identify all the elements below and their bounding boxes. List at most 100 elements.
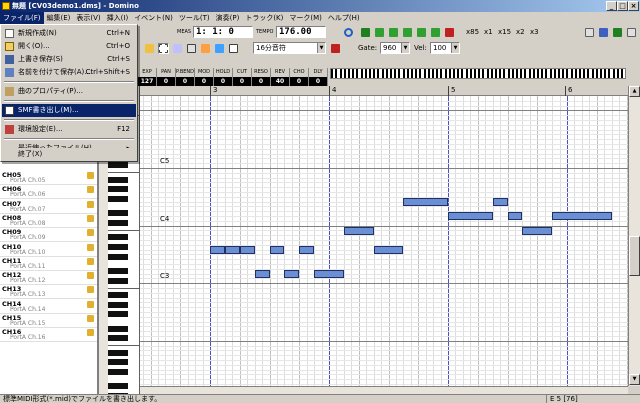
menu-item-save[interactable]: 上書き保存(S) Ctrl+S [2,53,136,66]
menu-item-settings[interactable]: 環境設定(E)... F12 [2,123,136,136]
controller-reso[interactable]: RESO 0 [252,68,271,86]
speaker-icon[interactable] [87,272,94,280]
paint-tool-button[interactable] [200,43,211,54]
maximize-button[interactable]: □ [617,1,628,11]
measure-number[interactable]: 4 [329,86,336,96]
black-key[interactable] [108,219,128,226]
scroll-thumb[interactable] [629,236,640,276]
speaker-icon[interactable] [87,172,94,179]
speaker-icon[interactable] [87,229,94,237]
piano-view-button[interactable] [626,27,637,38]
measure-ruler[interactable]: 3 4 5 6 [140,86,628,96]
chevron-down-icon[interactable]: ▼ [451,43,459,53]
midi-note[interactable] [299,245,315,254]
prev-button[interactable] [388,27,399,38]
zoom-x85[interactable]: x85 [466,26,479,38]
midi-note[interactable] [210,245,225,254]
stop-button[interactable] [444,27,455,38]
menu-insert[interactable]: 挿入(I) [104,12,132,24]
black-key[interactable] [108,234,128,241]
meter-button[interactable] [612,27,623,38]
measure-number[interactable]: 5 [448,86,455,96]
speaker-icon[interactable] [87,186,94,194]
midi-note[interactable] [507,212,523,221]
pencil-tool-button[interactable] [144,43,155,54]
midi-note[interactable] [448,212,493,221]
chevron-down-icon[interactable]: ▼ [401,43,409,53]
black-key[interactable] [108,210,128,217]
loop-button[interactable] [343,27,354,38]
track-row[interactable]: CH15 PortA Ch.15 [0,313,97,328]
speaker-icon[interactable] [87,315,94,322]
play-button[interactable] [402,27,413,38]
midi-note[interactable] [254,269,270,278]
rewind-button[interactable] [374,27,385,38]
midi-note[interactable] [314,269,344,278]
midi-note[interactable] [239,245,255,254]
vel-input[interactable]: 100 ▼ [430,42,460,54]
track-row[interactable]: CH14 PortA Ch.14 [0,299,97,314]
midi-note[interactable] [343,226,374,235]
chevron-down-icon[interactable]: ▼ [317,43,325,53]
snap-select[interactable]: 16分音符 ▼ [253,42,326,54]
controller-cut[interactable]: CUT 0 [233,68,252,86]
midi-note[interactable] [269,245,285,254]
eraser-tool-button[interactable] [172,43,183,54]
controller-cho[interactable]: CHO 0 [290,68,309,86]
menu-track[interactable]: トラック(K) [242,12,286,24]
menu-view[interactable]: 表示(V) [73,12,103,24]
speaker-icon[interactable] [87,286,94,294]
menu-mark[interactable]: マーク(M) [286,12,325,24]
black-key[interactable] [108,359,128,366]
measure-number[interactable]: 3 [210,86,217,96]
black-key[interactable] [108,349,128,356]
track-row[interactable]: CH05 PortA Ch.05 [0,170,97,185]
menu-item-open[interactable]: 開く(O)... Ctrl+O [2,40,136,53]
fast-forward-button[interactable] [430,27,441,38]
controller-rev[interactable]: REV 40 [271,68,290,86]
track-row[interactable]: CH16 PortA Ch.16 [0,327,97,343]
rewind-start-button[interactable] [360,27,371,38]
midi-note[interactable] [552,212,612,221]
midi-note[interactable] [522,226,553,235]
menu-help[interactable]: ヘルプ(H) [325,12,363,24]
black-key[interactable] [108,243,128,250]
gate-input[interactable]: 960 ▼ [380,42,410,54]
black-key[interactable] [108,267,128,274]
close-button[interactable]: × [628,1,639,11]
menu-item-exit[interactable]: 終了(X) [2,148,136,161]
menu-item-new[interactable]: 新規作成(N) Ctrl+N [2,27,136,40]
menu-item-properties[interactable]: 曲のプロパティ(P)... [2,85,136,98]
zoom-x1[interactable]: x1 [484,26,493,38]
black-key[interactable] [108,325,128,332]
track-row[interactable]: CH11 PortA Ch.11 [0,256,97,271]
black-key[interactable] [108,368,128,375]
piano-roll-hscrollbar[interactable] [140,386,628,394]
measure-number[interactable]: 6 [565,86,572,96]
scroll-up-icon[interactable]: ▲ [629,86,640,97]
speaker-icon[interactable] [87,329,94,337]
black-key[interactable] [108,162,128,169]
menu-tool[interactable]: ツール(T) [176,12,213,24]
range-tool-button[interactable] [186,43,197,54]
black-key[interactable] [108,291,128,298]
menu-edit[interactable]: 編集(E) [44,12,74,24]
next-button[interactable] [416,27,427,38]
menu-event[interactable]: イベント(N) [131,12,176,24]
controller-dly[interactable]: DLY 0 [309,68,328,86]
split-tool-button[interactable] [228,43,239,54]
move-tool-button[interactable] [214,43,225,54]
track-row[interactable]: CH07 PortA Ch.07 [0,199,97,214]
scroll-down-icon[interactable]: ▼ [629,374,640,385]
track-row[interactable]: CH13 PortA Ch.13 [0,284,97,300]
track-row[interactable]: CH06 PortA Ch.06 [0,184,97,200]
zoom-x15[interactable]: x15 [498,26,511,38]
speaker-icon[interactable] [87,257,94,265]
black-key[interactable] [108,176,128,183]
controller-exp[interactable]: EXP 127 [138,68,157,86]
track-row[interactable]: CH09 PortA Ch.09 [0,227,97,243]
black-key[interactable] [108,335,128,342]
midi-note[interactable] [284,269,300,278]
minimize-button[interactable]: _ [606,1,617,11]
speaker-icon[interactable] [87,214,94,222]
